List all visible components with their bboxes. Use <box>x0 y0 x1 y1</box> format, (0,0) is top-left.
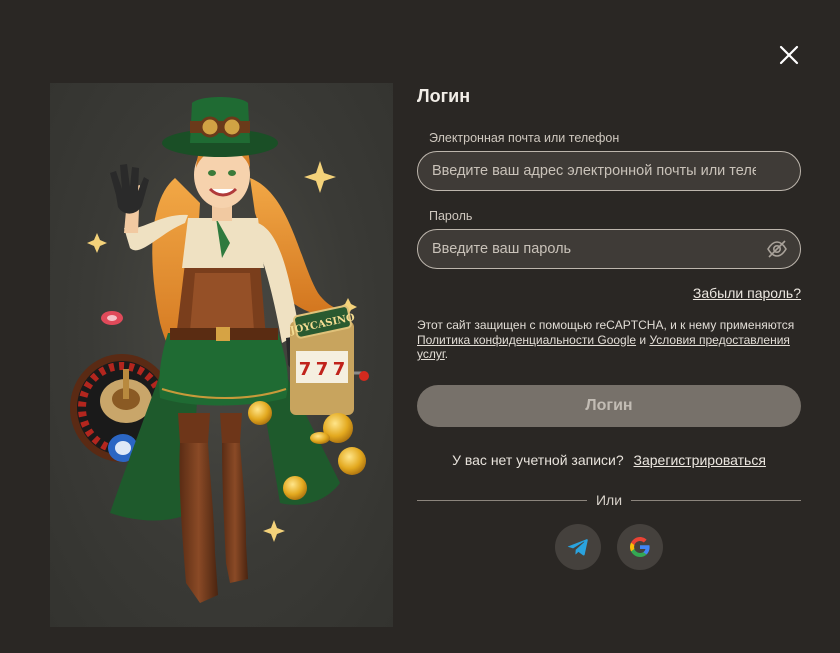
password-field[interactable] <box>418 230 800 268</box>
telegram-icon <box>567 539 588 556</box>
register-link[interactable]: Зарегистрироваться <box>634 452 766 468</box>
modal-title: Логин <box>417 86 471 106</box>
password-label: Пароль <box>429 209 473 223</box>
eye-slash-icon[interactable] <box>766 239 788 259</box>
email-field[interactable] <box>418 152 800 190</box>
privacy-policy-link[interactable]: Политика конфиденциальности Google <box>417 333 636 347</box>
close-icon <box>779 45 799 65</box>
recaptcha-and: и <box>639 332 647 347</box>
email-field-wrapper <box>417 151 801 191</box>
login-button[interactable]: Логин <box>417 385 801 427</box>
password-field-wrapper <box>417 229 801 269</box>
glove-icon <box>110 164 149 214</box>
casino-girl-illustration: JOYCASINO 7 7 7 <box>70 97 369 603</box>
close-button[interactable] <box>774 40 804 70</box>
register-row: У вас нет учетной записи? Зарегистрирова… <box>417 452 801 468</box>
google-login-button[interactable] <box>617 524 663 570</box>
recaptcha-end: . <box>444 347 449 361</box>
slot-machine-icon: JOYCASINO 7 7 7 <box>288 305 369 415</box>
slot-reel-2: 7 <box>316 359 329 380</box>
telegram-login-button[interactable] <box>555 524 601 570</box>
or-divider: Или <box>417 492 801 508</box>
divider-line-right <box>631 500 801 501</box>
slot-reel-3: 7 <box>333 359 346 380</box>
recaptcha-notice: Этот сайт защищен с помощью reCAPTCHA, и… <box>417 318 801 362</box>
promo-illustration: JOYCASINO 7 7 7 <box>50 83 393 627</box>
no-account-text: У вас нет учетной записи? <box>452 452 624 468</box>
google-icon <box>630 537 650 557</box>
recaptcha-text: Этот сайт защищен с помощью reCAPTCHA, и… <box>417 318 795 332</box>
top-hat-icon <box>162 97 278 157</box>
slot-reel-1: 7 <box>299 359 312 380</box>
forgot-password-link[interactable]: Забыли пароль? <box>693 285 801 301</box>
email-label: Электронная почта или телефон <box>429 131 620 145</box>
